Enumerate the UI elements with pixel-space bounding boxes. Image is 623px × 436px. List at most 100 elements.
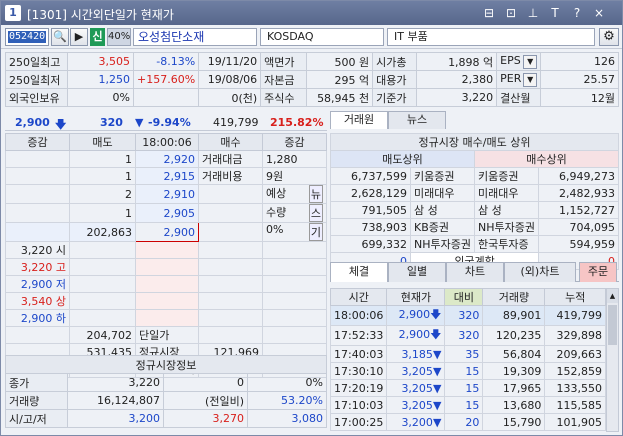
sector-label: IT 부품 xyxy=(387,28,595,46)
credit-badge: 신 xyxy=(90,28,105,46)
tick-row[interactable]: 17:30:10 3,205▼ 15 19,309 152,859 xyxy=(329,362,606,380)
tick-row[interactable]: 17:00:25 3,200▼ 20 15,790 101,905 xyxy=(329,413,606,431)
info-value: 58,945 천 xyxy=(306,88,374,107)
broker-row[interactable]: 2,628,129 미래대우 미래대우 2,482,933 xyxy=(330,184,620,202)
col-header: 거래량 xyxy=(482,288,546,306)
down-triangle-icon: ▼ xyxy=(432,364,442,378)
dropdown-icon[interactable]: ▼ xyxy=(523,73,538,87)
tick-row[interactable]: 17:40:03 3,185▼ 35 56,804 209,663 xyxy=(329,345,606,363)
restore-icon[interactable]: ⊡ xyxy=(503,5,519,21)
total-row: 204,702 단일가 xyxy=(5,326,327,344)
buy-header: 매수상위 xyxy=(473,150,620,168)
info-label: 자본금 xyxy=(260,70,308,89)
minimize-icon[interactable]: ⊟ xyxy=(481,5,497,21)
col-header: 누적 xyxy=(544,288,606,306)
window-title: [1301] 시간외단일가 현재가 xyxy=(27,8,174,22)
gear-icon[interactable]: ⚙ xyxy=(599,28,619,46)
info-value: 25.57 xyxy=(540,70,619,89)
tick-table: 시간 현재가 대비 거래량 누적 18:00:06 2,900🡇 320 89,901… xyxy=(329,288,606,431)
down-triangle-icon: ▼ xyxy=(432,347,442,361)
info-date: 19/08/06 xyxy=(198,70,262,89)
side-tab[interactable]: 기 xyxy=(308,223,323,241)
tab-trades[interactable]: 체결 xyxy=(330,262,388,282)
news-side-tab[interactable]: 뉴 xyxy=(308,185,323,203)
ohlc-row: 3,220 고 xyxy=(5,258,327,276)
regular-market-info: 정규시장정보 종가 3,220 0 0% 거래량 16,124,807 (전일비) 53.2… xyxy=(5,355,327,428)
section-title: 정규시장정보 xyxy=(5,355,327,374)
right-panel: 거래원 뉴스 정규시장 매수/매도 상위 매도상위 매수상위 6,737,599 키… xyxy=(329,111,620,434)
info-value: 0% xyxy=(67,88,134,107)
info-label: 결산월 xyxy=(496,88,542,107)
broker-row[interactable]: 6,737,599 키움증권 키움증권 6,949,273 xyxy=(330,167,620,185)
tab-broker[interactable]: 거래원 xyxy=(330,111,388,129)
info-value: 2,380 xyxy=(416,70,498,89)
broker-row[interactable]: 738,903 KB증권 NH투자증권 704,095 xyxy=(330,218,620,236)
stock-code-input[interactable]: 052420 xyxy=(5,28,49,46)
tick-row[interactable]: 18:00:06 2,900🡇 320 89,901 419,799 xyxy=(329,305,606,326)
volume: 419,799 xyxy=(213,116,259,129)
price-change: 320 xyxy=(100,116,123,129)
pin-icon[interactable]: ⊥ xyxy=(525,5,541,21)
down-triangle-icon: ▼ xyxy=(432,381,442,395)
stock-name: 오성첨단소재 xyxy=(133,28,257,46)
col-header: 증감 xyxy=(5,133,70,151)
info-label: 250일최저 xyxy=(5,70,68,89)
col-header: 증감 xyxy=(262,133,327,151)
orderbook-panel: 2,900 🡇 320 ▼ -9.94% 419,799 215.82% 증감 … xyxy=(5,114,327,434)
tab-chart[interactable]: 차트 xyxy=(446,262,504,282)
col-header: 매도 xyxy=(69,133,136,151)
info-label: 250일최고 xyxy=(5,52,68,71)
down-triangle-icon: ▼ xyxy=(432,415,442,429)
col-header: 시간 xyxy=(329,288,388,306)
tab-order[interactable]: 주문 xyxy=(579,262,617,282)
font-icon[interactable]: T xyxy=(547,5,563,21)
info-label[interactable]: EPS ▼ xyxy=(496,52,542,71)
col-header: 매수 xyxy=(198,133,263,151)
info-value: +157.60% xyxy=(132,70,200,89)
tick-row[interactable]: 17:52:33 2,900🡇 320 120,235 329,898 xyxy=(329,325,606,346)
col-header: 현재가 xyxy=(386,288,446,306)
ohlc-row: 3,220 시 xyxy=(5,241,327,259)
down-triangle-icon: ▼ xyxy=(135,116,144,129)
tab-news[interactable]: 뉴스 xyxy=(388,111,446,129)
ask-row[interactable]: 1 2,905 수량 스 xyxy=(5,203,327,223)
tick-row[interactable]: 17:20:19 3,205▼ 15 17,965 133,550 xyxy=(329,379,606,397)
news-side-tab[interactable]: 스 xyxy=(308,204,323,222)
info-date: 19/11/20 xyxy=(198,52,262,71)
ask-row[interactable]: 1 2,915 거래비용 9원 xyxy=(5,167,327,185)
down-arrow-icon: 🡇 xyxy=(430,308,442,321)
tick-tabs: 체결 일별 차트 (외)차트 주문 xyxy=(330,262,619,282)
broker-row[interactable]: 699,332 NH투자증권 한국투자증 594,959 xyxy=(330,235,620,253)
tick-scrollbar[interactable]: ▲ xyxy=(606,288,619,432)
scroll-thumb[interactable] xyxy=(608,305,617,345)
info-label: 대용가 xyxy=(372,70,418,89)
col-header: 대비 xyxy=(444,288,484,306)
ask-row[interactable]: 202,863 2,900 0% 기 xyxy=(5,222,327,242)
next-icon[interactable]: ▶ xyxy=(70,28,88,46)
close-icon[interactable]: × xyxy=(591,5,607,21)
info-value xyxy=(132,88,200,107)
dropdown-icon[interactable]: ▼ xyxy=(523,55,538,69)
search-icon[interactable]: 🔍 xyxy=(51,28,69,46)
down-arrow-icon: 🡇 xyxy=(430,328,442,341)
ask-row[interactable]: 1 2,920 거래대금 1,280 xyxy=(5,150,327,168)
ask-row[interactable]: 2 2,910 예상 뉴 xyxy=(5,184,327,204)
info-value: 295 억 xyxy=(306,70,374,89)
tab-daily[interactable]: 일별 xyxy=(388,262,446,282)
info-value: 0(천) xyxy=(198,88,262,107)
volume-ratio: 215.82% xyxy=(270,116,324,129)
current-price: 2,900 xyxy=(15,116,50,129)
tab-foreign-chart[interactable]: (외)차트 xyxy=(504,262,576,282)
info-label: 기준가 xyxy=(372,88,418,107)
ohlc-row: 2,900 저 xyxy=(5,275,327,293)
scroll-up-icon[interactable]: ▲ xyxy=(607,289,618,303)
broker-row[interactable]: 791,505 삼 성삼 성 1,152,727 xyxy=(330,201,620,219)
broker-title: 정규시장 매수/매도 상위 xyxy=(330,133,619,151)
window: 1 [1301] 시간외단일가 현재가 ⊟ ⊡ ⊥ T ? × 052420 🔍… xyxy=(0,0,623,436)
toolbar: 052420 🔍 ▶ 신 40% 오성첨단소재 KOSDAQ IT 부품 ⚙ xyxy=(1,26,622,49)
tick-row[interactable]: 17:10:03 3,205▼ 15 13,680 115,585 xyxy=(329,396,606,414)
info-value: 500 원 xyxy=(306,52,374,71)
info-label[interactable]: PER ▼ xyxy=(496,70,542,89)
ohlc-row: 2,900 하 xyxy=(5,309,327,327)
help-icon[interactable]: ? xyxy=(569,5,585,21)
